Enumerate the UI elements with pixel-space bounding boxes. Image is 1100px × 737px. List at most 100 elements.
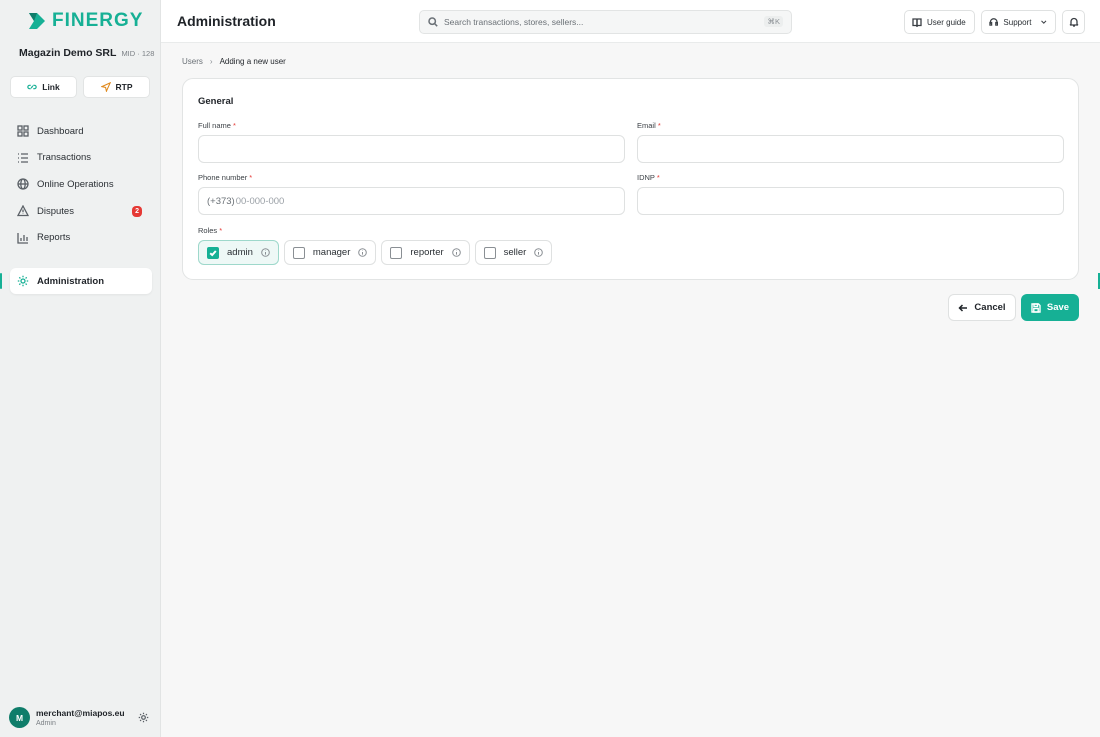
user-email: merchant@miapos.eu (36, 708, 125, 718)
user-form-card: General Full name * Email * Phone number… (182, 78, 1079, 280)
roles-label: Roles * (198, 226, 222, 235)
role-label: reporter (410, 247, 444, 258)
roles-group: admin manager reporter seller (198, 240, 553, 265)
idnp-label: IDNP * (637, 173, 660, 182)
sidebar-item-label: Online Operations (37, 178, 114, 190)
rtp-button[interactable]: RTP (83, 76, 150, 98)
full-name-field[interactable] (198, 135, 625, 163)
dashboard-icon (17, 125, 29, 137)
checkbox[interactable] (390, 246, 403, 259)
sidebar-nav: Dashboard Transactions Online Operations… (10, 118, 152, 251)
merchant-info: Magazin Demo SRL MID · 128 (19, 47, 154, 59)
book-icon (912, 18, 922, 27)
section-title: General (198, 96, 234, 107)
bell-icon (1069, 17, 1078, 27)
warning-icon (17, 205, 29, 217)
breadcrumb-current: Adding a new user (219, 57, 286, 66)
role-reporter-checkbox[interactable]: reporter (381, 240, 470, 265)
phone-input[interactable] (235, 195, 536, 207)
idnp-field[interactable] (637, 187, 1064, 215)
user-guide-button[interactable]: User guide (904, 10, 975, 34)
arrow-left-icon (958, 303, 968, 312)
cancel-button[interactable]: Cancel (948, 294, 1016, 321)
notifications-button[interactable] (1062, 10, 1085, 34)
checkmark-icon (209, 249, 217, 256)
user-profile[interactable]: M merchant@miapos.eu Admin (9, 707, 154, 728)
info-icon[interactable] (451, 248, 461, 257)
page-title: Administration (177, 13, 276, 29)
settings-gear-icon[interactable] (138, 712, 149, 723)
bar-chart-icon (17, 232, 28, 244)
user-guide-label: User guide (927, 17, 966, 27)
avatar: M (9, 707, 30, 728)
info-icon[interactable] (261, 248, 270, 257)
idnp-label-text: IDNP (637, 173, 655, 182)
sidebar-item-label: Dashboard (37, 125, 84, 137)
search-icon (428, 17, 438, 27)
roles-label-text: Roles (198, 226, 218, 235)
phone-label: Phone number * (198, 173, 252, 182)
user-info: merchant@miapos.eu Admin (36, 708, 125, 727)
sidebar-item-label: Disputes (37, 205, 74, 217)
breadcrumb-users-link[interactable]: Users (182, 57, 203, 66)
brand-logo[interactable]: FINERGY (28, 10, 143, 32)
required-mark: * (219, 226, 223, 235)
role-manager-checkbox[interactable]: manager (283, 240, 377, 265)
checkbox[interactable] (292, 246, 305, 259)
required-mark: * (656, 173, 660, 182)
disputes-count-badge: 2 (132, 206, 142, 218)
role-seller-checkbox[interactable]: seller (474, 240, 553, 265)
sidebar-item-online-operations[interactable]: Online Operations (10, 171, 152, 197)
rtp-button-label: RTP (115, 82, 133, 92)
sidebar-item-reports[interactable]: Reports (10, 225, 152, 251)
role-label: manager (312, 247, 351, 258)
sidebar-item-disputes[interactable]: Disputes 2 (10, 198, 152, 224)
phone-label-text: Phone number (198, 173, 248, 182)
email-label: Email * (637, 121, 661, 130)
role-label: seller (503, 247, 527, 258)
brand-name: FINERGY (52, 10, 144, 31)
phone-field[interactable]: (+373) (198, 187, 625, 215)
role-admin-checkbox[interactable]: admin (198, 240, 279, 265)
save-label: Save (1046, 302, 1070, 313)
send-icon (100, 82, 111, 92)
breadcrumb-separator: › (209, 57, 213, 66)
link-icon (27, 84, 37, 90)
merchant-name: Magazin Demo SRL (19, 47, 117, 59)
required-mark: * (657, 121, 661, 130)
search-bar[interactable]: ⌘K (419, 10, 792, 34)
role-label: admin (227, 247, 253, 258)
support-label: Support (1003, 17, 1032, 27)
finergy-logo-icon (29, 13, 45, 29)
list-icon (18, 153, 28, 163)
search-input[interactable] (444, 17, 744, 27)
sidebar-item-label: Transactions (37, 152, 92, 164)
checkbox[interactable] (483, 246, 496, 259)
save-icon (1031, 302, 1041, 313)
full-name-label: Full name * (198, 121, 236, 130)
sidebar-item-dashboard[interactable]: Dashboard (10, 118, 152, 144)
top-header: Administration ⌘K User guide Support (161, 0, 1100, 43)
save-button[interactable]: Save (1021, 294, 1079, 321)
merchant-mid: MID · 128 (121, 49, 155, 58)
headset-icon (989, 18, 999, 26)
info-icon[interactable] (358, 248, 368, 257)
sidebar-item-transactions[interactable]: Transactions (10, 145, 152, 171)
email-field[interactable] (637, 135, 1064, 163)
email-label-text: Email (637, 121, 656, 130)
user-role: Admin (36, 720, 56, 727)
phone-prefix: (+373) (207, 195, 235, 207)
search-shortcut: ⌘K (764, 16, 783, 27)
sidebar-item-label: Reports (37, 232, 71, 244)
sidebar: FINERGY Magazin Demo SRL MID · 128 Link … (0, 0, 161, 737)
active-indicator (0, 273, 2, 289)
checkbox[interactable] (207, 246, 219, 259)
cancel-label: Cancel (974, 302, 1006, 313)
sidebar-item-label: Administration (37, 275, 105, 287)
support-button[interactable]: Support (981, 10, 1056, 34)
info-icon[interactable] (534, 248, 544, 257)
chevron-down-icon (1041, 20, 1047, 24)
required-mark: * (249, 173, 253, 182)
link-button[interactable]: Link (10, 76, 77, 98)
sidebar-item-administration[interactable]: Administration (10, 268, 152, 294)
